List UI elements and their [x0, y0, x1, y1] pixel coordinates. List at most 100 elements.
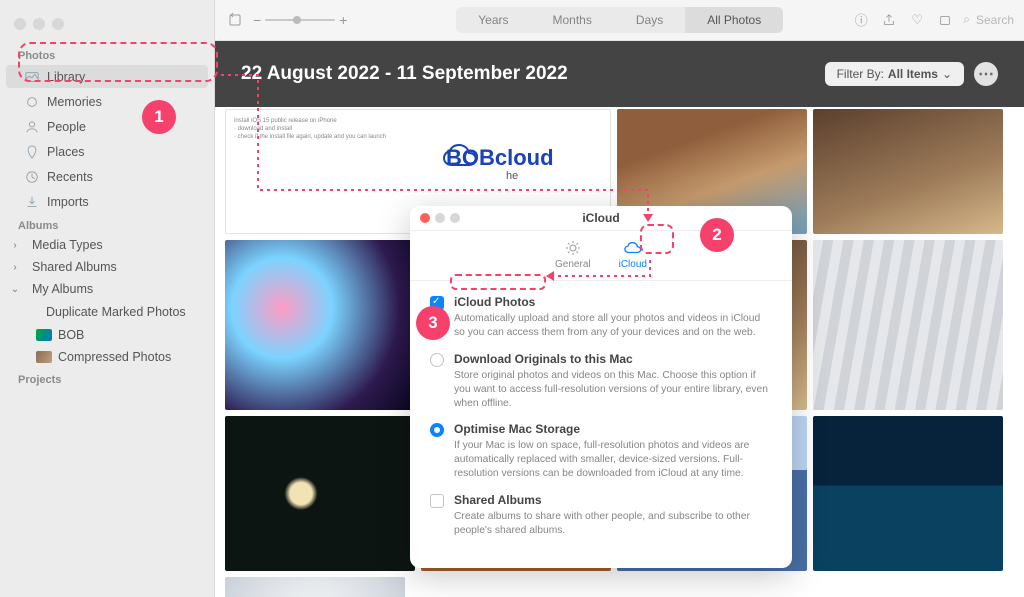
option-desc: Store original photos and videos on this…: [454, 369, 772, 411]
sidebar: Photos Library Memories People Places Re…: [0, 0, 215, 597]
tab-months[interactable]: Months: [531, 7, 614, 33]
sidebar-item-label: BOB: [58, 328, 84, 342]
sidebar-item-shared-albums[interactable]: ›Shared Albums: [0, 256, 214, 278]
sidebar-item-places[interactable]: Places: [6, 140, 208, 163]
grid-thumb[interactable]: [225, 577, 405, 597]
sidebar-item-label: Compressed Photos: [58, 350, 171, 364]
view-segmented-control: Years Months Days All Photos: [456, 7, 783, 33]
sidebar-item-imports[interactable]: Imports: [6, 190, 208, 213]
rotate-ccw-icon[interactable]: [935, 13, 955, 27]
more-menu-button[interactable]: ⋯: [974, 62, 998, 86]
album-thumb-icon: [36, 351, 52, 363]
sidebar-item-label: Library: [47, 70, 85, 84]
chevron-down-icon: ⌄: [942, 67, 952, 81]
option-desc: Automatically upload and store all your …: [454, 312, 772, 340]
option-download-originals[interactable]: Download Originals to this Mac Store ori…: [430, 352, 772, 411]
window-controls: [0, 10, 214, 44]
sidebar-item-label: Memories: [47, 95, 102, 109]
filter-dropdown[interactable]: Filter By: All Items ⌄: [825, 62, 964, 86]
option-label: Download Originals to this Mac: [454, 352, 772, 366]
option-icloud-photos[interactable]: iCloud Photos Automatically upload and s…: [430, 295, 772, 340]
sidebar-item-my-albums[interactable]: ⌄ My Albums: [0, 278, 214, 300]
traffic-min-icon[interactable]: [33, 18, 45, 30]
sidebar-item-label: Imports: [47, 195, 89, 209]
popup-tab-label: iCloud: [619, 259, 647, 270]
option-desc: If your Mac is low on space, full-resolu…: [454, 439, 772, 481]
option-optimise-storage[interactable]: Optimise Mac Storage If your Mac is low …: [430, 422, 772, 481]
bob-text-b: cloud: [495, 145, 554, 171]
icloud-settings-popup: iCloud General iCloud iCloud Photos Auto…: [410, 206, 792, 568]
grid-thumb[interactable]: [813, 240, 1003, 410]
rotate-icon[interactable]: [225, 12, 245, 28]
sidebar-album-compressed[interactable]: Compressed Photos: [0, 346, 214, 368]
sidebar-item-memories[interactable]: Memories: [6, 90, 208, 113]
pin-icon: [24, 144, 39, 159]
sidebar-item-library[interactable]: Library: [6, 65, 208, 88]
filter-prefix: Filter By:: [837, 67, 884, 81]
date-range-title: 22 August 2022 - 11 September 2022: [241, 63, 568, 85]
gear-icon: [563, 239, 583, 257]
download-icon: [24, 194, 39, 209]
search-placeholder: Search: [976, 13, 1014, 27]
zoom-slider[interactable]: − +: [253, 12, 347, 28]
popup-tabs: General iCloud: [410, 231, 792, 281]
sidebar-album-duplicate-marked[interactable]: Duplicate Marked Photos: [6, 301, 208, 323]
popup-title: iCloud: [410, 211, 792, 225]
sidebar-album-bob[interactable]: BOB: [0, 324, 214, 346]
option-label: Shared Albums: [454, 493, 772, 507]
popup-body: iCloud Photos Automatically upload and s…: [410, 281, 792, 568]
traffic-close-icon[interactable]: [14, 18, 26, 30]
toolbar: − + Years Months Days All Photos ⓘ ♡ ⌕ S…: [215, 0, 1024, 41]
bob-text-a: BOB: [446, 145, 495, 171]
memories-icon: [24, 94, 39, 109]
grid-thumb[interactable]: [225, 416, 415, 571]
option-label: Optimise Mac Storage: [454, 422, 772, 436]
sidebar-item-recents[interactable]: Recents: [6, 165, 208, 188]
zoom-in-icon: +: [339, 12, 347, 28]
radio[interactable]: [430, 423, 444, 437]
grid-thumb[interactable]: [813, 109, 1003, 234]
popup-tab-icloud[interactable]: iCloud: [619, 239, 647, 270]
popup-tab-general[interactable]: General: [555, 239, 591, 270]
checkbox[interactable]: [430, 494, 444, 508]
sidebar-item-media-types[interactable]: ›Media Types: [0, 234, 214, 256]
sidebar-section-albums: Albums: [0, 214, 214, 234]
grid-thumb[interactable]: [225, 240, 415, 410]
favorite-icon[interactable]: ♡: [907, 12, 927, 28]
sidebar-item-people[interactable]: People: [6, 115, 208, 138]
option-label: iCloud Photos: [454, 295, 772, 309]
sidebar-item-label: My Albums: [32, 282, 93, 296]
tab-years[interactable]: Years: [456, 7, 530, 33]
sidebar-item-label: People: [47, 120, 86, 134]
filter-value: All Items: [888, 67, 938, 81]
sidebar-section-projects: Projects: [0, 368, 214, 388]
sidebar-section-photos: Photos: [0, 44, 214, 64]
cloud-icon: [623, 239, 643, 257]
gallery-header: 22 August 2022 - 11 September 2022 Filte…: [215, 41, 1024, 107]
popup-titlebar: iCloud: [410, 206, 792, 231]
search-input[interactable]: ⌕ Search: [963, 12, 1014, 27]
info-icon[interactable]: ⓘ: [851, 10, 871, 29]
sidebar-item-label: Places: [47, 145, 85, 159]
zoom-out-icon: −: [253, 12, 261, 28]
annotation-badge-3: 3: [416, 306, 450, 340]
radio[interactable]: [430, 353, 444, 367]
clock-icon: [24, 169, 39, 184]
chevron-down-icon: ⌄: [10, 284, 20, 295]
sidebar-item-label: Shared Albums: [32, 260, 117, 274]
option-shared-albums[interactable]: Shared Albums Create albums to share wit…: [430, 493, 772, 538]
bob-sub: he: [506, 170, 518, 182]
people-icon: [24, 119, 39, 134]
tab-days[interactable]: Days: [614, 7, 685, 33]
zoom-track[interactable]: [265, 19, 335, 21]
annotation-badge-1: 1: [142, 100, 176, 134]
bobcloud-logo: BOBcloud: [440, 143, 554, 173]
annotation-badge-2: 2: [700, 218, 734, 252]
share-icon[interactable]: [879, 13, 899, 27]
traffic-max-icon[interactable]: [52, 18, 64, 30]
grid-thumb[interactable]: [813, 416, 1003, 571]
sidebar-item-label: Duplicate Marked Photos: [46, 305, 186, 319]
tab-all-photos[interactable]: All Photos: [685, 7, 783, 33]
library-icon: [24, 69, 39, 84]
sidebar-item-label: Recents: [47, 170, 93, 184]
